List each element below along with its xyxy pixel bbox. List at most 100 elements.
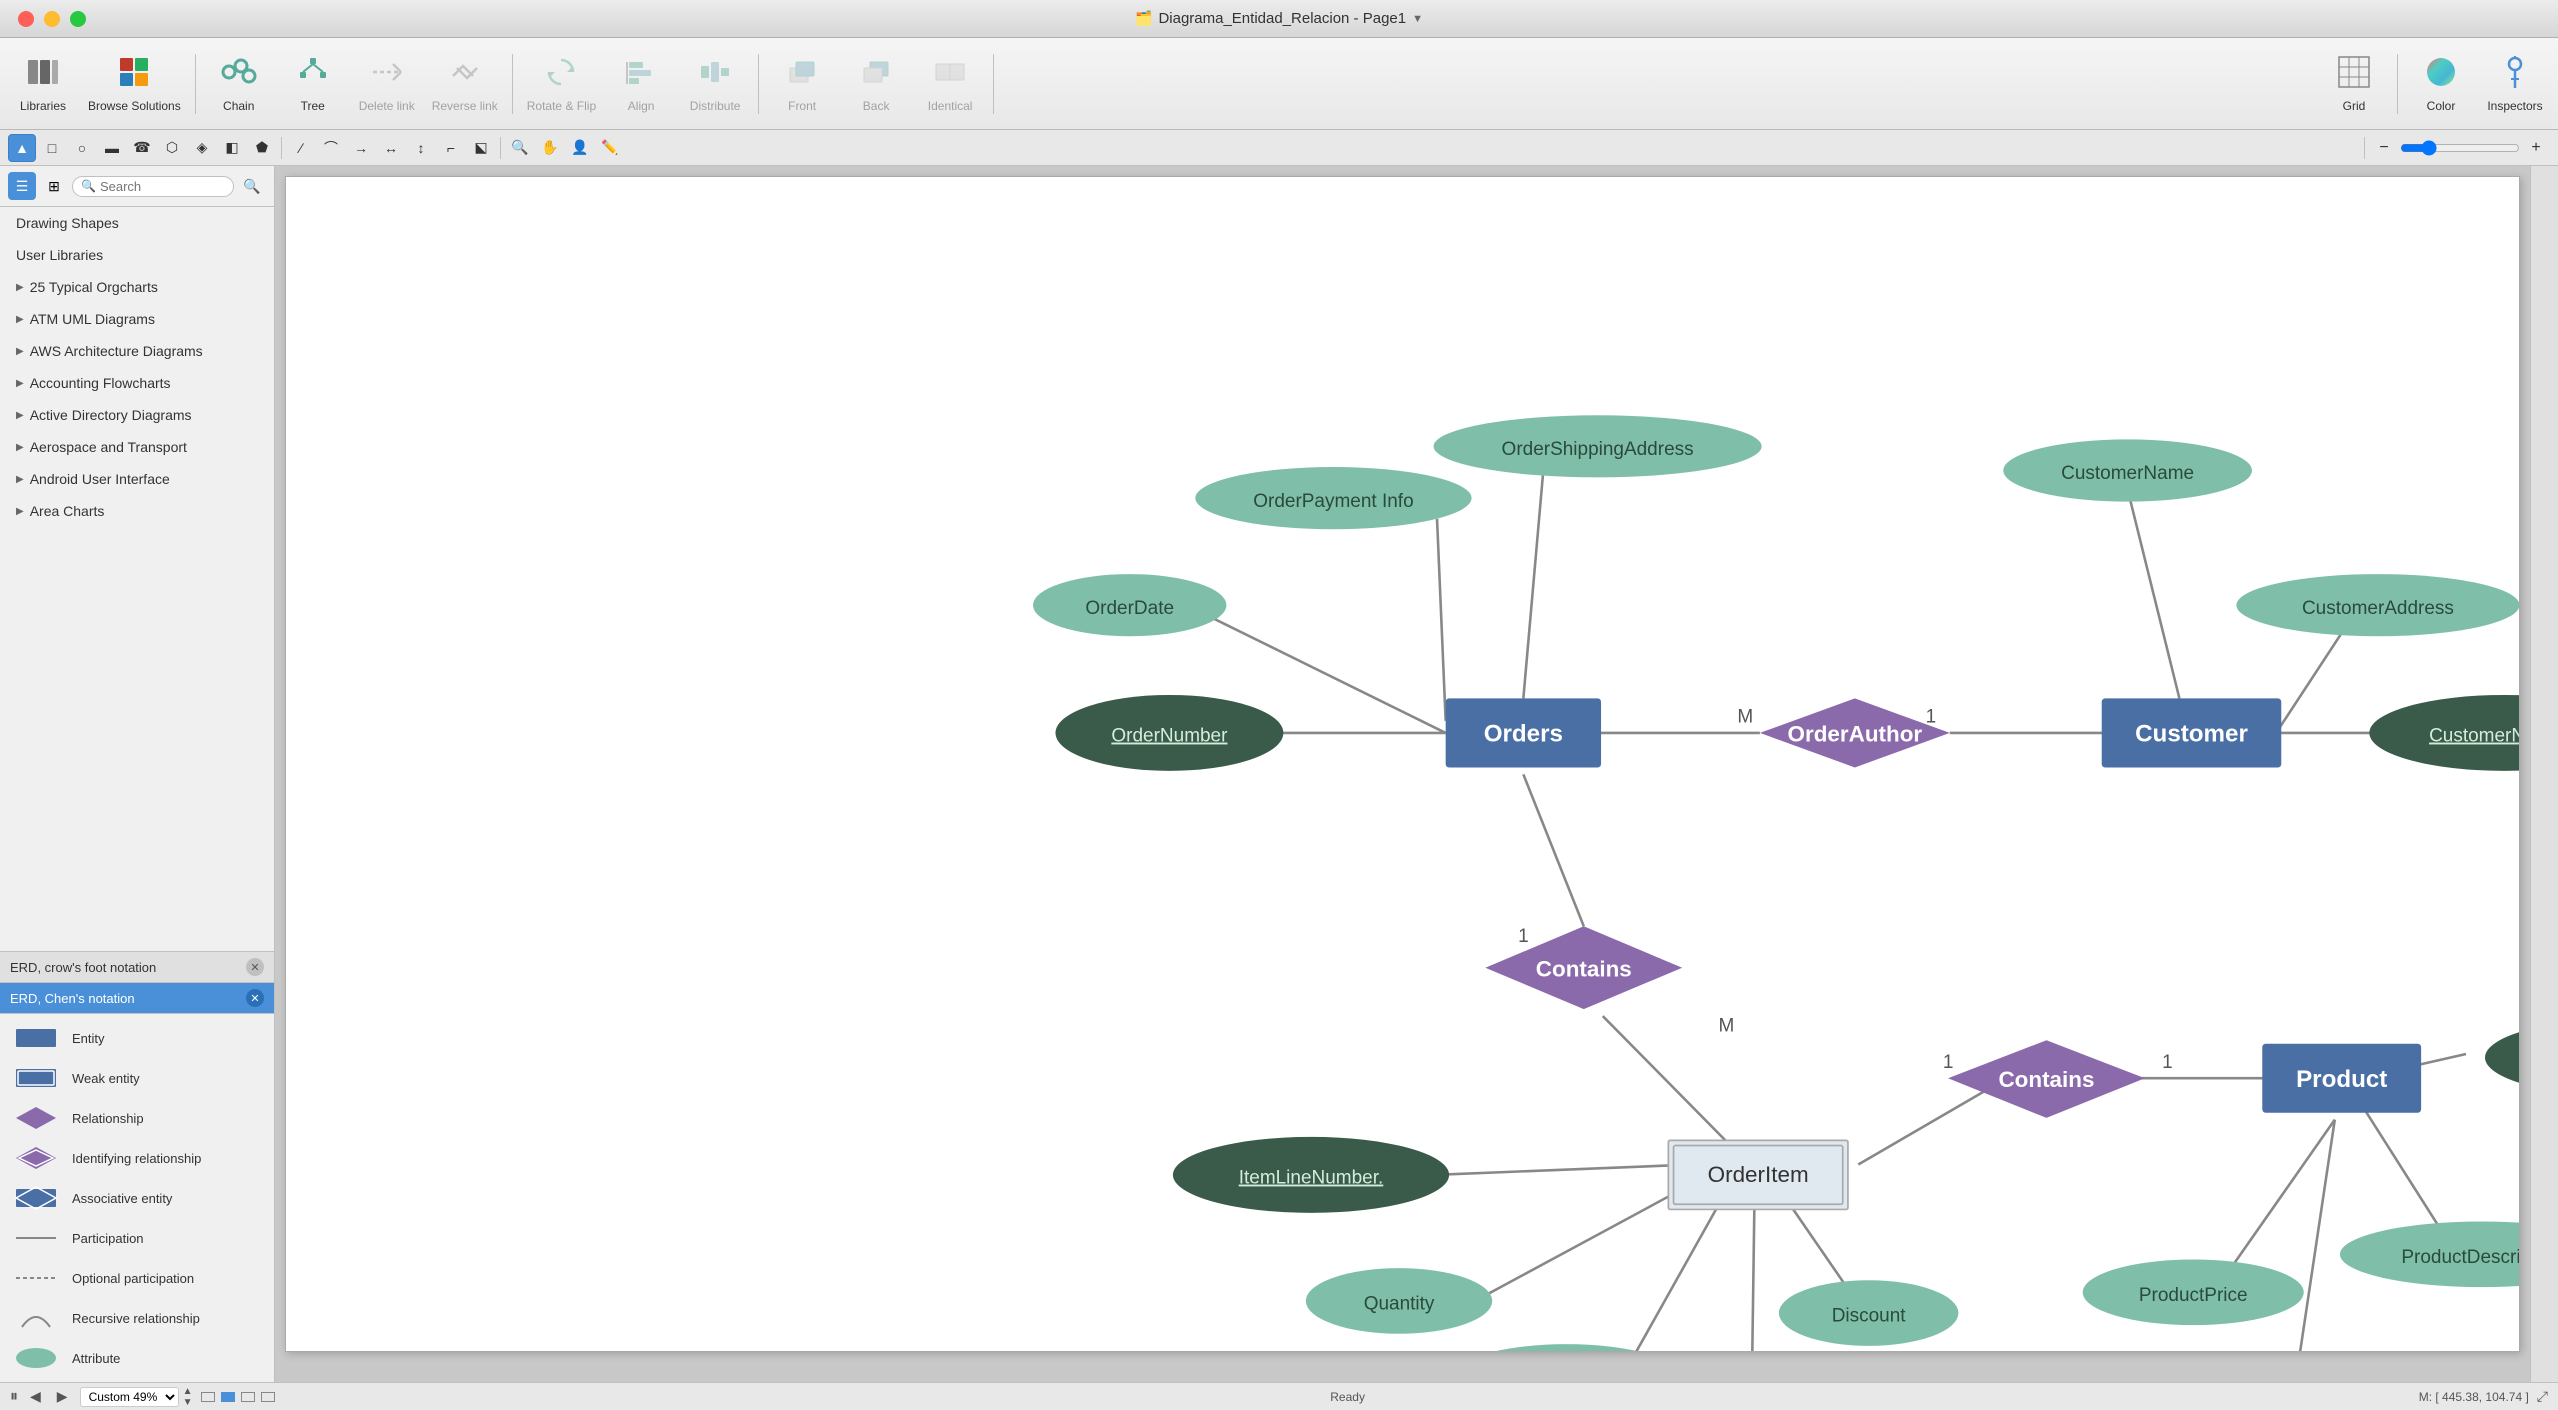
tool-hexagon[interactable]: ⬡ <box>158 134 186 162</box>
zoom-down-arrow[interactable]: ▼ <box>183 1397 193 1408</box>
zoom-in[interactable]: + <box>2522 134 2550 162</box>
shapes-list: Entity Weak entity Relationship <box>0 1014 274 1382</box>
shape-participation[interactable]: Participation <box>0 1218 274 1258</box>
prev-page-btn[interactable]: ◀ <box>26 1386 45 1407</box>
toolbar-tree[interactable]: Tree <box>278 44 348 124</box>
shape-entity[interactable]: Entity <box>0 1018 274 1058</box>
zoom-stepper[interactable]: ▲ ▼ <box>183 1386 193 1408</box>
tool-pen[interactable]: ✏️ <box>596 134 624 162</box>
tool-line[interactable]: ∕ <box>287 134 315 162</box>
lib-close-crowsfoot[interactable]: ✕ <box>246 958 264 976</box>
tool-cross[interactable]: ◈ <box>188 134 216 162</box>
zoom-up-arrow[interactable]: ▲ <box>183 1386 193 1397</box>
minimize-button[interactable] <box>44 11 60 27</box>
shape-relationship[interactable]: Relationship <box>0 1098 274 1138</box>
tool-select[interactable]: ▲ <box>8 134 36 162</box>
delete-link-label: Delete link <box>359 99 415 113</box>
sidebar-item-android[interactable]: ▶ Android User Interface <box>0 463 274 495</box>
dropdown-arrow[interactable]: ▼ <box>1412 13 1423 25</box>
shape-label: Identifying relationship <box>72 1151 201 1166</box>
shape-weak-entity[interactable]: Weak entity <box>0 1058 274 1098</box>
shape-label: Recursive relationship <box>72 1311 200 1326</box>
tool-bidirectional[interactable]: ↔ <box>377 134 405 162</box>
toolbar-rotate-flip[interactable]: Rotate & Flip <box>521 44 602 124</box>
associative-entity-preview <box>12 1183 60 1213</box>
next-page-btn[interactable]: ▶ <box>53 1386 72 1407</box>
toolbar-front[interactable]: Front <box>767 44 837 124</box>
tool-ellipse[interactable]: ○ <box>68 134 96 162</box>
fit-btn-1[interactable] <box>201 1392 215 1402</box>
toolbar-sep-5 <box>2397 54 2398 114</box>
toolbar-reverse-link[interactable]: Reverse link <box>426 44 504 124</box>
sidebar-item-area-charts[interactable]: ▶ Area Charts <box>0 495 274 527</box>
shape-optional-participation[interactable]: Optional participation <box>0 1258 274 1298</box>
tool-rect[interactable]: □ <box>38 134 66 162</box>
maximize-button[interactable] <box>70 11 86 27</box>
toolbar-color[interactable]: Color <box>2406 44 2476 124</box>
toolbar-chain[interactable]: Chain <box>204 44 274 124</box>
sidebar-item-orgcharts[interactable]: ▶ 25 Typical Orgcharts <box>0 271 274 303</box>
fit-btn-4[interactable] <box>261 1392 275 1402</box>
toolbar-back[interactable]: Back <box>841 44 911 124</box>
tool-smart[interactable]: ⬕ <box>467 134 495 162</box>
tool-user[interactable]: 👤 <box>566 134 594 162</box>
entity-preview <box>12 1023 60 1053</box>
zoom-slider[interactable] <box>2400 140 2520 156</box>
arrow-icon: ▶ <box>16 346 24 357</box>
arrow-icon: ▶ <box>16 410 24 421</box>
close-button[interactable] <box>18 11 34 27</box>
sidebar-item-atm-uml[interactable]: ▶ ATM UML Diagrams <box>0 303 274 335</box>
zoom-select[interactable]: Custom 49% 25% 50% 75% 100% 150% 200% <box>80 1387 179 1407</box>
inspectors-label: Inspectors <box>2487 99 2542 113</box>
sidebar-item-user-libraries[interactable]: User Libraries <box>0 239 274 271</box>
toolbar-delete-link[interactable]: Delete link <box>352 44 422 124</box>
sidebar-item-accounting[interactable]: ▶ Accounting Flowcharts <box>0 367 274 399</box>
lib-header-chen[interactable]: ERD, Chen's notation ✕ <box>0 983 274 1014</box>
toolbar-browse-solutions[interactable]: Browse Solutions <box>82 44 187 124</box>
tool-zoom[interactable]: 🔍 <box>506 134 534 162</box>
sidebar-item-aerospace[interactable]: ▶ Aerospace and Transport <box>0 431 274 463</box>
fit-icon[interactable]: ⤢ <box>2537 1388 2548 1405</box>
fit-btn-2[interactable] <box>221 1392 235 1402</box>
canvas-container[interactable]: M 1 1 M 1 1 OrderShippingAddress OrderPa… <box>275 166 2530 1382</box>
arrow-icon: ▶ <box>16 314 24 325</box>
tool-diamond[interactable]: ⬟ <box>248 134 276 162</box>
fit-btn-3[interactable] <box>241 1392 255 1402</box>
shape-label: Optional participation <box>72 1271 194 1286</box>
chain-label: Chain <box>223 99 254 113</box>
sidebar-item-active-directory[interactable]: ▶ Active Directory Diagrams <box>0 399 274 431</box>
sidebar-list-view[interactable]: ☰ <box>8 172 36 200</box>
lib-header-crowsfoot[interactable]: ERD, crow's foot notation ✕ <box>0 952 274 983</box>
tool-text[interactable]: ▬ <box>98 134 126 162</box>
tool-toolbar: ▲ □ ○ ▬ ☎ ⬡ ◈ ◧ ⬟ ∕ ⌒ → ↔ ↕ ⌐ ⬕ 🔍 ✋ 👤 ✏️… <box>0 130 2558 166</box>
toolbar-identical[interactable]: Identical <box>915 44 985 124</box>
shape-attribute[interactable]: Attribute <box>0 1338 274 1378</box>
tool-vertical[interactable]: ↕ <box>407 134 435 162</box>
sidebar-item-aws[interactable]: ▶ AWS Architecture Diagrams <box>0 335 274 367</box>
zoom-out[interactable]: − <box>2370 134 2398 162</box>
lib-close-chen[interactable]: ✕ <box>246 989 264 1007</box>
toolbar-inspectors[interactable]: Inspectors <box>2480 44 2550 124</box>
toolbar-libraries[interactable]: Libraries <box>8 44 78 124</box>
distribute-icon <box>697 54 733 95</box>
diagram-canvas[interactable]: M 1 1 M 1 1 OrderShippingAddress OrderPa… <box>285 176 2520 1352</box>
sidebar-grid-view[interactable]: ⊞ <box>40 172 68 200</box>
tool-table[interactable]: ◧ <box>218 134 246 162</box>
sidebar-search-toggle[interactable]: 🔍 <box>238 172 266 200</box>
tool-callout[interactable]: ☎ <box>128 134 156 162</box>
svg-text:OrderDate: OrderDate <box>1085 598 1174 619</box>
tool-orthogonal[interactable]: ⌐ <box>437 134 465 162</box>
shape-identifying-relationship[interactable]: Identifying relationship <box>0 1138 274 1178</box>
toolbar-align[interactable]: Align <box>606 44 676 124</box>
toolbar-grid[interactable]: Grid <box>2319 44 2389 124</box>
tool-pan[interactable]: ✋ <box>536 134 564 162</box>
sidebar-item-drawing-shapes[interactable]: Drawing Shapes <box>0 207 274 239</box>
arrow-icon: ▶ <box>16 378 24 389</box>
toolbar-distribute[interactable]: Distribute <box>680 44 750 124</box>
shape-recursive-relationship[interactable]: Recursive relationship <box>0 1298 274 1338</box>
shape-associative-entity[interactable]: Associative entity <box>0 1178 274 1218</box>
tool-curve[interactable]: ⌒ <box>317 134 345 162</box>
search-input[interactable] <box>100 179 225 194</box>
pause-btn[interactable]: ⏸ <box>10 1388 18 1406</box>
tool-arrow[interactable]: → <box>347 134 375 162</box>
